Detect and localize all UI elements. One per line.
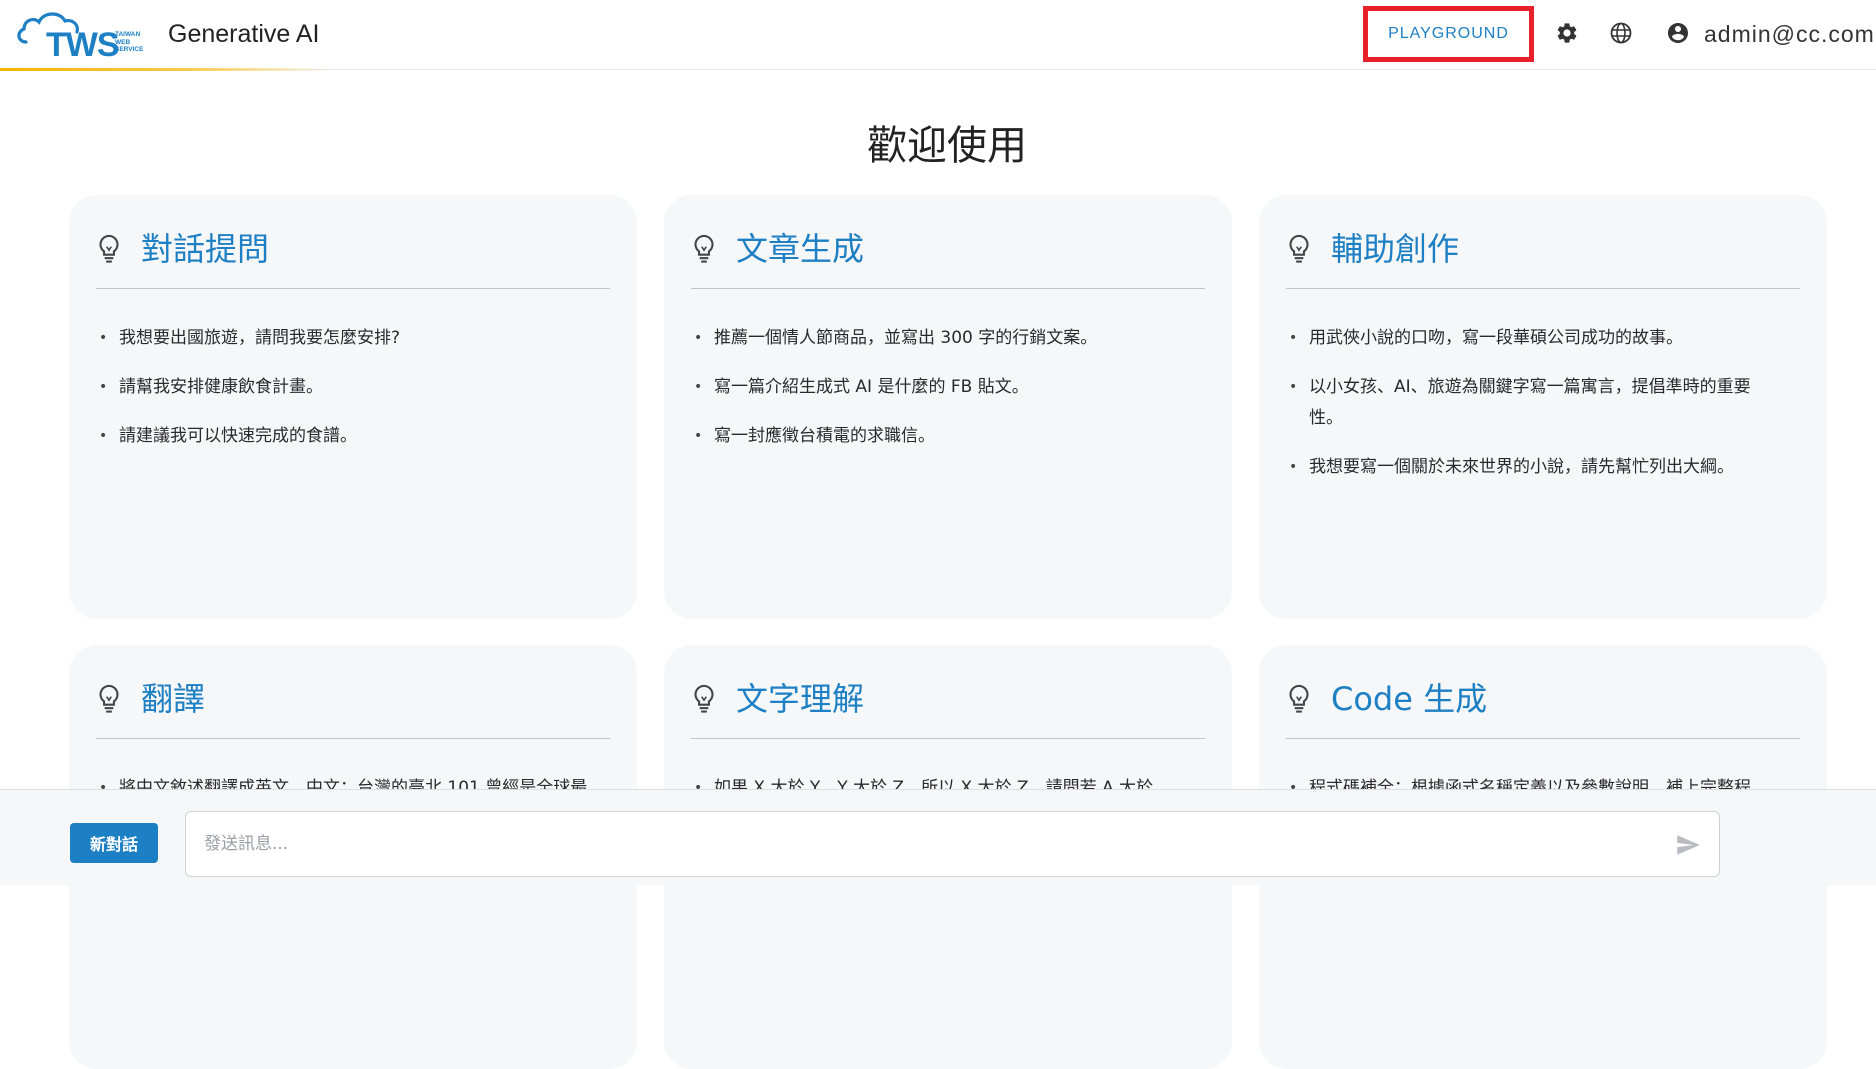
logo-wordmark: TWS bbox=[46, 26, 120, 64]
card-header: Code 生成 bbox=[1285, 677, 1487, 721]
lightbulb-icon bbox=[694, 684, 714, 713]
lightbulb-icon bbox=[694, 234, 714, 263]
lightbulb-icon bbox=[1289, 684, 1309, 713]
prompt-suggestion[interactable]: 以小女孩、AI、旅遊為關鍵字寫一篇寓言，提倡準時的重要性。 bbox=[1289, 372, 1779, 434]
language-button[interactable] bbox=[1608, 20, 1634, 46]
account-circle-icon bbox=[1668, 23, 1688, 43]
card-divider bbox=[1286, 288, 1800, 289]
tws-logo[interactable]: TWS TAIWAN WEB SERVICE bbox=[16, 8, 150, 64]
prompt-card-creative: 輔助創作 用武俠小說的口吻，寫一段華碩公司成功的故事。 以小女孩、AI、旅遊為關… bbox=[1259, 195, 1827, 619]
user-email[interactable]: admin@cc.com bbox=[1704, 19, 1875, 49]
card-header: 翻譯 bbox=[95, 677, 205, 721]
card-prompt-list: 用武俠小說的口吻，寫一段華碩公司成功的故事。 以小女孩、AI、旅遊為關鍵字寫一篇… bbox=[1289, 323, 1779, 501]
card-prompt-list: 我想要出國旅遊，請問我要怎麼安排? 請幫我安排健康飲食計畫。 請建議我可以快速完… bbox=[99, 323, 589, 470]
globe-icon bbox=[1610, 22, 1632, 44]
welcome-heading: 歡迎使用 bbox=[867, 123, 1027, 169]
logo-tagline-line: SERVICE bbox=[115, 46, 144, 53]
prompt-suggestion[interactable]: 推薦一個情人節商品，並寫出 300 字的行銷文案。 bbox=[694, 323, 1184, 354]
card-title: 文章生成 bbox=[736, 230, 865, 268]
prompt-suggestion[interactable]: 我想要出國旅遊，請問我要怎麼安排? bbox=[99, 323, 589, 354]
lightbulb-icon bbox=[1289, 234, 1309, 263]
message-composer: 新對話 bbox=[0, 789, 1876, 885]
card-header: 文字理解 bbox=[690, 677, 864, 721]
prompt-suggestion[interactable]: 請建議我可以快速完成的食譜。 bbox=[99, 421, 589, 452]
new-chat-button[interactable]: 新對話 bbox=[70, 823, 158, 863]
lightbulb-icon bbox=[99, 234, 119, 263]
prompt-suggestion[interactable]: 用武俠小說的口吻，寫一段華碩公司成功的故事。 bbox=[1289, 323, 1779, 354]
card-title: 對話提問 bbox=[141, 230, 270, 268]
prompt-card-article: 文章生成 推薦一個情人節商品，並寫出 300 字的行銷文案。 寫一篇介紹生成式 … bbox=[664, 195, 1232, 619]
card-title: Code 生成 bbox=[1331, 680, 1488, 718]
logo-tagline-line: TAIWAN bbox=[115, 31, 141, 38]
prompt-card-chat: 對話提問 我想要出國旅遊，請問我要怎麼安排? 請幫我安排健康飲食計畫。 請建議我… bbox=[69, 195, 637, 619]
card-header: 對話提問 bbox=[95, 227, 269, 271]
prompt-suggestion[interactable]: 寫一封應徵台積電的求職信。 bbox=[694, 421, 1184, 452]
playground-highlight: PLAYGROUND bbox=[1363, 6, 1534, 62]
card-divider bbox=[96, 288, 610, 289]
card-title: 翻譯 bbox=[141, 680, 206, 718]
send-button[interactable] bbox=[1673, 830, 1703, 860]
card-divider bbox=[96, 738, 610, 739]
logo-tagline: TAIWAN WEB SERVICE bbox=[115, 31, 155, 54]
logo-tagline-line: WEB bbox=[115, 38, 131, 46]
app-title: Generative AI bbox=[168, 20, 320, 48]
card-title: 文字理解 bbox=[736, 680, 865, 718]
card-divider bbox=[1286, 738, 1800, 739]
account-button[interactable] bbox=[1665, 20, 1691, 46]
settings-button[interactable] bbox=[1554, 20, 1580, 46]
card-title: 輔助創作 bbox=[1331, 230, 1460, 268]
card-divider bbox=[691, 738, 1205, 739]
lightbulb-icon bbox=[99, 684, 119, 713]
message-input[interactable] bbox=[185, 811, 1720, 877]
prompt-suggestion[interactable]: 寫一篇介紹生成式 AI 是什麼的 FB 貼文。 bbox=[694, 372, 1184, 403]
playground-button[interactable]: PLAYGROUND bbox=[1376, 18, 1521, 50]
card-header: 輔助創作 bbox=[1285, 227, 1459, 271]
prompt-suggestion[interactable]: 請幫我安排健康飲食計畫。 bbox=[99, 372, 589, 403]
top-app-bar: TWS TAIWAN WEB SERVICE Generative AI PLA… bbox=[0, 0, 1876, 71]
prompt-suggestion[interactable]: 我想要寫一個關於未來世界的小說，請先幫忙列出大綱。 bbox=[1289, 452, 1779, 483]
send-icon bbox=[1677, 835, 1700, 855]
gear-icon bbox=[1557, 23, 1577, 43]
card-header: 文章生成 bbox=[690, 227, 864, 271]
header-accent-bar bbox=[0, 68, 330, 71]
card-divider bbox=[691, 288, 1205, 289]
card-prompt-list: 推薦一個情人節商品，並寫出 300 字的行銷文案。 寫一篇介紹生成式 AI 是什… bbox=[694, 323, 1184, 470]
